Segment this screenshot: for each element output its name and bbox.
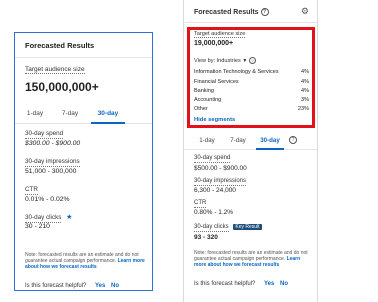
divider xyxy=(15,57,152,58)
left-forecast-panel: Forecasted Results Target audience size … xyxy=(14,32,153,291)
impressions-label: 30-day impressions xyxy=(25,158,80,167)
spend-label: 30-day spend xyxy=(25,130,64,139)
yes-button[interactable]: Yes xyxy=(95,283,105,289)
target-audience-value: 150,000,000+ xyxy=(25,80,99,94)
tab-7-day[interactable]: 7-day xyxy=(225,134,251,148)
divider xyxy=(184,22,317,23)
target-audience-label: Target audience size xyxy=(25,66,85,75)
helpful-question: Is this forecast helpful? xyxy=(25,283,87,289)
clicks-value: 30 - 210 xyxy=(25,223,50,230)
tab-30-day[interactable]: 30-day xyxy=(256,134,284,150)
impressions-label: 30-day impressions xyxy=(194,178,247,186)
spend-label: 30-day spend xyxy=(194,155,231,163)
star-icon: ★ xyxy=(66,214,73,221)
clicks-label: 30-day clicks ★ xyxy=(25,214,73,223)
forecast-tabs: 1-day 7-day 30-day xyxy=(15,105,152,124)
ctr-label: CTR xyxy=(25,186,38,195)
clicks-value: 93 - 320 xyxy=(194,234,218,241)
forecast-note: Note: forecasted results are an estimate… xyxy=(25,252,145,270)
question-circle-icon[interactable]: ? xyxy=(288,134,298,148)
tab-1-day[interactable]: 1-day xyxy=(194,134,220,148)
tab-30-day[interactable]: 30-day xyxy=(91,105,125,124)
no-button[interactable]: No xyxy=(280,281,288,287)
helpful-question: Is this forecast helpful? xyxy=(194,281,256,287)
question-circle-icon[interactable]: ? xyxy=(260,8,269,16)
ctr-value: 0.01% - 0.02% xyxy=(25,196,70,203)
clicks-label: 30-day clicks Key Result xyxy=(194,224,262,232)
forecast-note: Note: forecasted results are an estimate… xyxy=(194,250,308,268)
spend-value: $500.00 - $900.00 xyxy=(194,165,247,172)
ctr-value: 0.80% - 1.2% xyxy=(194,209,234,216)
yes-button[interactable]: Yes xyxy=(264,281,274,287)
panel-title: Forecasted Results ? xyxy=(194,8,269,16)
no-button[interactable]: No xyxy=(111,283,119,289)
spend-value: $300.00 - $900.00 xyxy=(25,140,81,147)
tab-1-day[interactable]: 1-day xyxy=(21,105,49,122)
panel-title: Forecasted Results xyxy=(25,41,95,50)
impressions-value: 6,300 - 24,000 xyxy=(194,187,236,194)
highlight-box xyxy=(187,27,315,128)
gear-icon[interactable]: ⚙ xyxy=(301,6,309,17)
key-result-badge: Key Result xyxy=(233,224,262,230)
tab-7-day[interactable]: 7-day xyxy=(55,105,85,122)
forecast-tabs: 1-day 7-day 30-day ? xyxy=(184,134,317,150)
ctr-label: CTR xyxy=(194,200,207,208)
impressions-value: 51,000 - 300,000 xyxy=(25,168,77,175)
